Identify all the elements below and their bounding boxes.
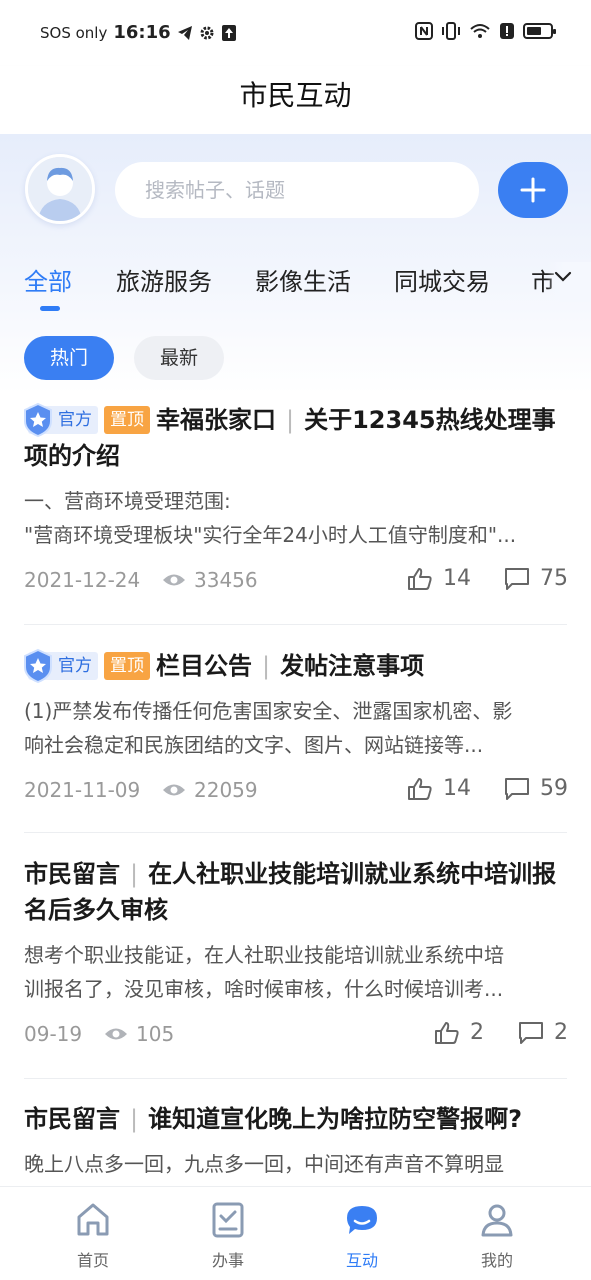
post-meta: 2021-11-09 22059 14 59 [24, 772, 568, 812]
post-item[interactable]: 官方 置顶 幸福张家口 | 关于12345热线处理事项的介绍 一、营商环境受理范围: … [24, 402, 568, 602]
carrier-text: SOS only [40, 23, 108, 42]
comment-icon [519, 1021, 543, 1044]
tab-all[interactable]: 全部 [24, 262, 72, 297]
post-title-text: 发帖注意事项 [280, 652, 425, 680]
official-badge: 官方 [24, 648, 98, 684]
upload-icon [221, 24, 236, 41]
comment-button[interactable]: 2 [518, 1020, 568, 1045]
vibrate-icon [442, 22, 460, 40]
like-button[interactable]: 14 [407, 566, 471, 591]
post-item[interactable]: 市民留言 | 谁知道宣化晚上为啥拉防空警报啊? 晚上八点多一回，九点多一回，中间还有… [24, 1101, 567, 1181]
thumbs-up-icon [435, 1021, 459, 1044]
thumbs-up-icon [408, 567, 432, 590]
post-excerpt: (1)严禁发布传播任何危害国家安全、泄露国家机密、影 响社会稳定和民族团结的文字… [24, 699, 513, 757]
divider [24, 624, 567, 625]
chevron-down-icon[interactable] [553, 270, 573, 284]
profile-icon [481, 1204, 513, 1237]
comment-button[interactable]: 75 [504, 566, 568, 591]
post-category: 栏目公告 [156, 652, 252, 680]
chat-icon [347, 1206, 377, 1234]
active-tab-indicator [40, 306, 60, 311]
plus-icon [520, 177, 546, 203]
post-title: 官方 置顶 栏目公告 | 发帖注意事项 [24, 648, 567, 684]
post-date: 2021-12-24 [24, 568, 141, 592]
post-meta: 09-19 105 2 2 [24, 1016, 568, 1056]
battery-icon [523, 23, 556, 39]
post-date: 09-19 [24, 1022, 83, 1046]
post-views: 22059 [162, 778, 258, 802]
home-icon [77, 1203, 109, 1236]
official-badge: 官方 [24, 402, 98, 438]
alert-icon [500, 23, 514, 39]
nav-home[interactable]: 首页 [53, 1201, 133, 1271]
divider [24, 1078, 567, 1079]
post-category: 幸福张家口 [156, 406, 276, 434]
status-bar: SOS only 16:16 [0, 0, 591, 66]
add-post-button[interactable] [498, 162, 568, 218]
bottom-nav: 首页 办事 互动 我的 [0, 1186, 591, 1280]
shield-star-icon [24, 402, 52, 438]
nfc-icon [415, 22, 433, 40]
thumbs-up-icon [408, 777, 432, 800]
eye-icon [105, 1028, 127, 1040]
wifi-icon [470, 24, 490, 38]
tab-travel-service[interactable]: 旅游服务 [116, 262, 212, 297]
tab-overflow: 市 [525, 262, 591, 302]
like-button[interactable]: 14 [407, 776, 471, 801]
tab-photo-life[interactable]: 影像生活 [255, 262, 351, 297]
avatar[interactable] [25, 154, 95, 224]
divider [24, 832, 567, 833]
comment-icon [505, 567, 529, 590]
post-item[interactable]: 官方 置顶 栏目公告 | 发帖注意事项 (1)严禁发布传播任何危害国家安全、泄露国家机… [24, 648, 568, 812]
post-title: 市民留言 | 谁知道宣化晚上为啥拉防空警报啊? [24, 1105, 523, 1133]
post-item[interactable]: 市民留言 | 在人社职业技能培训就业系统中培训报名后多久审核 想考个职业技能证，在人… [24, 856, 568, 1056]
gear-icon [200, 26, 214, 39]
eye-icon [163, 574, 185, 586]
filter-new-button[interactable]: 最新 [134, 336, 224, 380]
post-title: 市民留言 | 在人社职业技能培训就业系统中培训报名后多久审核 [24, 860, 557, 924]
eye-icon [163, 784, 185, 796]
post-views: 33456 [162, 568, 258, 592]
page-title: 市民互动 [239, 79, 352, 112]
telegram-icon [177, 25, 192, 40]
checklist-icon [212, 1202, 244, 1238]
post-date: 2021-11-09 [24, 778, 141, 802]
nav-services[interactable]: 办事 [188, 1201, 268, 1271]
filter-hot-button[interactable]: 热门 [24, 336, 114, 380]
nav-interact[interactable]: 互动 [322, 1201, 402, 1271]
post-category: 市民留言 [24, 1105, 120, 1133]
post-views: 105 [104, 1022, 174, 1046]
tab-local-trade[interactable]: 同城交易 [394, 262, 490, 297]
hero-section: 搜索帖子、话题 全部 旅游服务 影像生活 同城交易 市 热门 最新 [0, 134, 591, 394]
user-avatar-icon [28, 157, 92, 221]
like-button[interactable]: 2 [434, 1020, 484, 1045]
post-excerpt: 一、营商环境受理范围: "营商环境受理板块"实行全年24小时人工值守制度和"..… [24, 489, 517, 547]
pinned-badge: 置顶 [104, 652, 150, 680]
category-tabs: 全部 旅游服务 影像生活 同城交易 市 [0, 262, 591, 312]
post-excerpt: 晚上八点多一回，九点多一回，中间还有声音不算明显 [24, 1152, 504, 1176]
title-bar: 市民互动 [0, 66, 591, 134]
post-meta: 2021-12-24 33456 14 75 [24, 562, 568, 602]
post-title: 官方 置顶 幸福张家口 | 关于12345热线处理事项的介绍 [24, 402, 567, 474]
comment-button[interactable]: 59 [504, 776, 568, 801]
post-category: 市民留言 [24, 860, 120, 888]
search-input[interactable]: 搜索帖子、话题 [115, 162, 479, 218]
post-title-text: 谁知道宣化晚上为啥拉防空警报啊? [148, 1105, 523, 1133]
clock: 16:16 [113, 22, 171, 43]
comment-icon [505, 777, 529, 800]
nav-profile[interactable]: 我的 [457, 1201, 537, 1271]
post-excerpt: 想考个职业技能证，在人社职业技能培训就业系统中培 训报名了，没见审核，啥时候审核… [24, 943, 504, 1001]
pinned-badge: 置顶 [104, 406, 150, 434]
shield-star-icon [24, 648, 52, 684]
